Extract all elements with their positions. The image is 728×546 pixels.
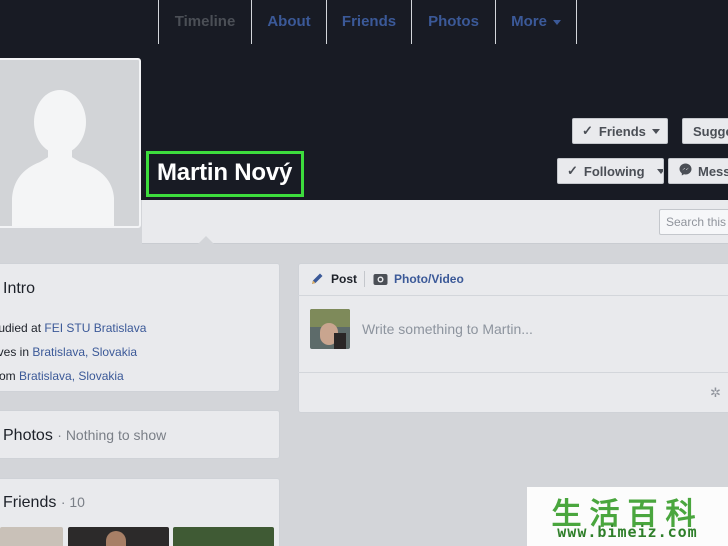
education-link[interactable]: FEI STU Bratislava (44, 321, 146, 335)
pencil-icon (310, 272, 324, 291)
tab-label: About (267, 13, 311, 30)
message-button-label: Mess (698, 163, 728, 179)
header-divider (364, 271, 365, 287)
message-button[interactable]: Mess (668, 158, 728, 184)
friends-button[interactable]: ✓ Friends (572, 118, 668, 144)
intro-title: Intro (3, 280, 36, 297)
tab-more[interactable]: More (495, 0, 577, 44)
suggest-button-label: Sugge (693, 123, 728, 139)
intro-card: Intro tudied at FEI STU Bratislava ives … (0, 263, 280, 392)
photos-card-note: · Nothing to show (57, 427, 167, 443)
gear-icon[interactable]: ✲ (710, 385, 721, 401)
friends-card-count: · 10 (60, 494, 85, 510)
watermark-url: www.bimeiz.com (557, 523, 698, 541)
camera-icon (373, 272, 388, 291)
active-tab-indicator (198, 236, 214, 244)
watermark-logo: 生活百科 www.bimeiz.com (527, 487, 728, 546)
composer-user-avatar (310, 309, 350, 349)
chevron-down-icon (552, 19, 561, 25)
friends-card-header: Friends · 10 (3, 494, 85, 512)
intro-text: ives in (0, 345, 30, 359)
intro-from: rom Bratislava, Slovakia (0, 369, 124, 383)
current-city-link[interactable]: Bratislava, Slovakia (32, 345, 137, 359)
tab-label: Friends (341, 13, 397, 30)
tab-photos[interactable]: Photos (411, 0, 495, 44)
profile-nav-bar (142, 200, 728, 244)
profile-name[interactable]: Martin Nový (157, 159, 292, 187)
friends-button-label: Friends (598, 123, 646, 139)
tab-about[interactable]: About (251, 0, 326, 44)
photo-video-tab[interactable]: Photo/Video (394, 272, 464, 286)
composer-header: Post Photo/Video (298, 263, 728, 296)
intro-text: tudied at (0, 321, 42, 335)
default-avatar-silhouette-icon (12, 90, 114, 226)
profile-avatar[interactable] (0, 58, 141, 228)
hometown-link[interactable]: Bratislava, Slovakia (19, 369, 124, 383)
photos-card-header: Photos · Nothing to show (3, 427, 166, 445)
chevron-down-icon (651, 128, 660, 134)
check-icon: ✓ (582, 123, 593, 138)
photos-card-title[interactable]: Photos (3, 427, 53, 444)
friends-card-title[interactable]: Friends (3, 494, 56, 511)
friend-thumbnail[interactable] (173, 527, 274, 546)
composer-input[interactable]: Write something to Martin... (362, 321, 533, 337)
tab-label: Timeline (174, 13, 236, 30)
intro-lives-in: ives in Bratislava, Slovakia (0, 345, 137, 359)
composer-divider (298, 372, 728, 373)
suggest-friends-button[interactable]: Sugge (682, 118, 728, 144)
tab-label: More (511, 13, 547, 30)
search-input[interactable]: Search this (659, 209, 728, 235)
tab-label: Photos (428, 13, 479, 30)
tab-friends[interactable]: Friends (326, 0, 411, 44)
friend-thumbnail[interactable] (68, 527, 169, 546)
intro-education: tudied at FEI STU Bratislava (0, 321, 146, 335)
following-button[interactable]: ✓ Following (557, 158, 664, 184)
intro-text: rom (0, 369, 16, 383)
following-button-label: Following (583, 163, 645, 179)
post-tab[interactable]: Post (331, 272, 357, 286)
friend-face (106, 531, 126, 546)
tab-timeline[interactable]: Timeline (158, 0, 251, 44)
check-icon: ✓ (567, 163, 578, 178)
chevron-down-icon (656, 168, 663, 174)
friend-thumbnail[interactable] (0, 527, 63, 546)
photos-card: Photos · Nothing to show (0, 410, 280, 459)
messenger-icon (679, 163, 692, 179)
